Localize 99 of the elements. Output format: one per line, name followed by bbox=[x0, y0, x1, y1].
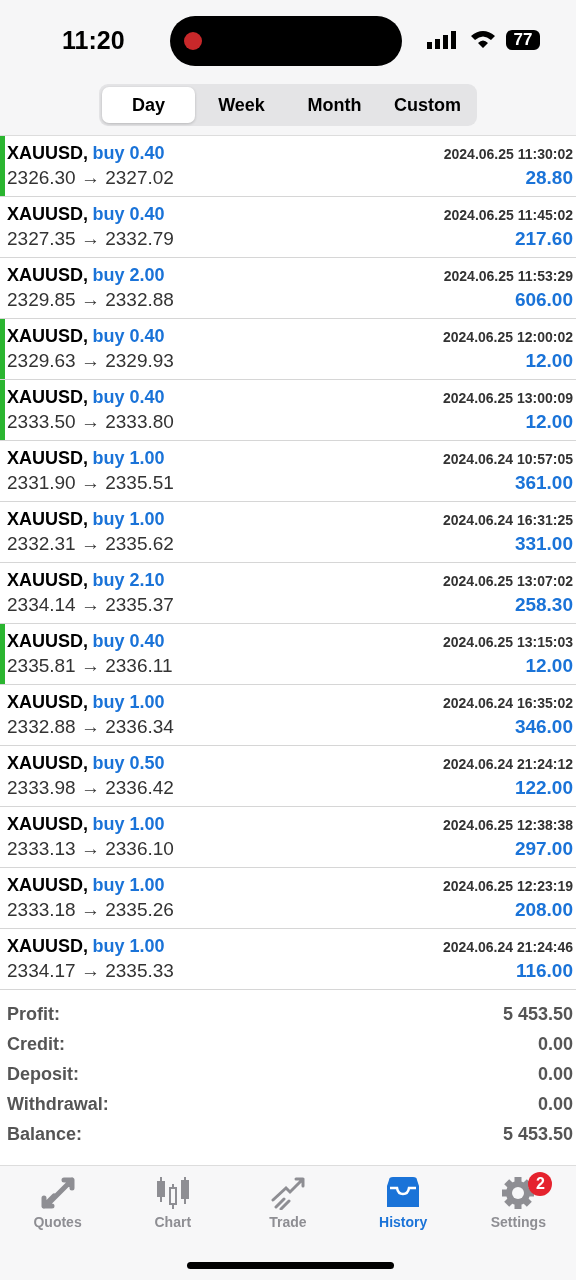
summary-label: Credit: bbox=[7, 1033, 65, 1055]
deal-time: 2024.06.24 21:24:46 bbox=[443, 939, 573, 955]
deal-profit: 331.00 bbox=[514, 533, 573, 555]
symbol: XAUUSD, bbox=[7, 204, 88, 224]
deal-volume: buy 0.40 bbox=[92, 143, 165, 163]
signal-icon bbox=[427, 30, 459, 50]
deal-volume: buy 1.00 bbox=[92, 448, 165, 468]
price-range: 2326.30 → 2327.02 bbox=[7, 167, 174, 189]
clock: 11:20 bbox=[62, 26, 125, 55]
deal-volume: buy 0.40 bbox=[92, 387, 165, 407]
deal-profit: 12.00 bbox=[525, 411, 573, 433]
deal-profit: 208.00 bbox=[514, 899, 573, 921]
tab-bar-item[interactable]: History bbox=[353, 1166, 454, 1236]
summary-label: Profit: bbox=[7, 1003, 60, 1025]
trend-arrow-icon bbox=[269, 1176, 306, 1210]
summary-value: 5 453.50 bbox=[502, 1003, 573, 1025]
deal-profit: 346.00 bbox=[514, 716, 573, 738]
deal-profit: 116.00 bbox=[515, 960, 573, 982]
tab-bar-item[interactable]: Settings 2 bbox=[468, 1166, 569, 1236]
deal-volume: buy 1.00 bbox=[92, 509, 165, 529]
symbol: XAUUSD, bbox=[7, 387, 88, 407]
deal-time: 2024.06.24 21:24:12 bbox=[443, 756, 573, 772]
tab-bar-item[interactable]: Trade bbox=[237, 1166, 338, 1236]
battery-level: 77 bbox=[506, 30, 540, 50]
price-range: 2332.88 → 2336.34 bbox=[7, 716, 174, 738]
price-range: 2333.13 → 2336.10 bbox=[7, 838, 174, 860]
deal-volume: buy 0.50 bbox=[92, 753, 165, 773]
deal-profit: 361.00 bbox=[514, 472, 573, 494]
summary-label: Withdrawal: bbox=[7, 1093, 109, 1115]
summary-value: 5 453.50 bbox=[502, 1123, 573, 1145]
tab-bar-item[interactable]: Chart bbox=[122, 1166, 223, 1236]
deal-profit: 28.80 bbox=[525, 167, 573, 189]
deal-profit: 297.00 bbox=[514, 838, 573, 860]
notification-badge: 2 bbox=[528, 1172, 553, 1196]
deal-profit: 12.00 bbox=[525, 655, 573, 677]
price-range: 2333.98 → 2336.42 bbox=[7, 777, 174, 799]
symbol: XAUUSD, bbox=[7, 265, 88, 285]
price-range: 2333.50 → 2333.80 bbox=[7, 411, 174, 433]
period-tab[interactable]: Month bbox=[288, 87, 381, 123]
symbol: XAUUSD, bbox=[7, 631, 88, 651]
period-tab[interactable]: Week bbox=[195, 87, 288, 123]
tab-bar-item[interactable]: Quotes bbox=[7, 1166, 108, 1236]
deal-volume: buy 0.40 bbox=[92, 204, 165, 224]
price-range: 2327.35 → 2332.79 bbox=[7, 228, 174, 250]
deal-volume: buy 0.40 bbox=[92, 631, 165, 651]
symbol: XAUUSD, bbox=[7, 692, 88, 712]
price-range: 2334.14 → 2335.37 bbox=[7, 594, 174, 616]
deal-volume: buy 1.00 bbox=[92, 875, 165, 895]
deal-time: 2024.06.25 11:30:02 bbox=[443, 146, 573, 162]
symbol: XAUUSD, bbox=[7, 326, 88, 346]
summary-label: Deposit: bbox=[7, 1063, 79, 1085]
deal-profit: 12.00 bbox=[525, 350, 573, 372]
symbol: XAUUSD, bbox=[7, 509, 88, 529]
symbol: XAUUSD, bbox=[7, 814, 88, 834]
deal-time: 2024.06.24 10:57:05 bbox=[443, 451, 573, 467]
summary-value: 0.00 bbox=[537, 1063, 573, 1085]
price-range: 2333.18 → 2335.26 bbox=[7, 899, 174, 921]
inbox-icon bbox=[385, 1176, 422, 1210]
deal-time: 2024.06.25 12:00:02 bbox=[443, 329, 573, 345]
summary-value: 0.00 bbox=[537, 1093, 573, 1115]
deal-profit: 258.30 bbox=[514, 594, 573, 616]
symbol: XAUUSD, bbox=[7, 753, 88, 773]
deal-volume: buy 2.00 bbox=[92, 265, 165, 285]
symbol: XAUUSD, bbox=[7, 570, 88, 590]
deal-time: 2024.06.24 16:31:25 bbox=[443, 512, 573, 528]
deal-time: 2024.06.25 11:45:02 bbox=[443, 207, 573, 223]
deal-volume: buy 1.00 bbox=[92, 814, 165, 834]
price-range: 2334.17 → 2335.33 bbox=[7, 960, 174, 982]
price-range: 2335.81 → 2336.11 bbox=[7, 655, 173, 677]
deal-time: 2024.06.25 12:38:38 bbox=[443, 817, 573, 833]
deal-volume: buy 1.00 bbox=[92, 936, 165, 956]
deal-time: 2024.06.24 16:35:02 bbox=[443, 695, 573, 711]
deal-time: 2024.06.25 11:53:29 bbox=[443, 268, 573, 284]
deal-profit: 217.60 bbox=[514, 228, 573, 250]
candlestick-icon bbox=[154, 1176, 191, 1210]
symbol: XAUUSD, bbox=[7, 875, 88, 895]
price-range: 2329.85 → 2332.88 bbox=[7, 289, 174, 311]
symbol: XAUUSD, bbox=[7, 448, 88, 468]
deal-time: 2024.06.25 13:15:03 bbox=[443, 634, 573, 650]
symbol: XAUUSD, bbox=[7, 936, 88, 956]
deal-profit: 122.00 bbox=[514, 777, 573, 799]
summary-label: Balance: bbox=[7, 1123, 83, 1145]
deal-time: 2024.06.25 13:00:09 bbox=[443, 390, 573, 406]
summary-value: 0.00 bbox=[537, 1033, 573, 1055]
symbol: XAUUSD, bbox=[7, 143, 88, 163]
period-tab[interactable]: Day bbox=[102, 87, 195, 123]
deal-volume: buy 1.00 bbox=[92, 692, 165, 712]
price-range: 2329.63 → 2329.93 bbox=[7, 350, 174, 372]
deal-profit: 606.00 bbox=[514, 289, 573, 311]
price-range: 2332.31 → 2335.62 bbox=[7, 533, 174, 555]
price-range: 2331.90 → 2335.51 bbox=[7, 472, 174, 494]
deal-volume: buy 0.40 bbox=[92, 326, 165, 346]
period-tab[interactable]: Custom bbox=[381, 87, 474, 123]
deal-time: 2024.06.25 13:07:02 bbox=[443, 573, 573, 589]
wifi-icon bbox=[470, 29, 496, 49]
deal-time: 2024.06.25 12:23:19 bbox=[443, 878, 573, 894]
deal-volume: buy 2.10 bbox=[92, 570, 165, 590]
arrows-icon bbox=[39, 1176, 76, 1210]
settings-icon bbox=[500, 1176, 537, 1210]
